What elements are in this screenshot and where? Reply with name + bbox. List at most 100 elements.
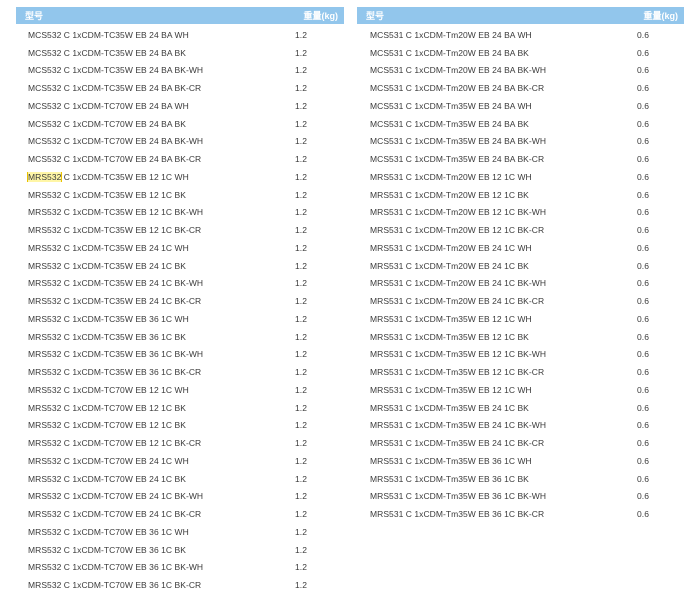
model-cell: MCS531 C 1xCDM-Tm35W EB 24 BA BK-CR xyxy=(370,154,545,165)
column-header-weight: 重量(kg) xyxy=(303,11,339,21)
weight-cell: 1.2 xyxy=(295,544,307,555)
right-product-table: 型号 重量(kg) MCS531 C 1xCDM-Tm20W EB 24 BA … xyxy=(357,7,684,523)
table-row: MCS531 C 1xCDM-Tm35W EB 24 BA BK-WH 0.6 xyxy=(357,133,684,151)
model-cell: MRS531 C 1xCDM-Tm35W EB 36 1C WH xyxy=(370,455,532,466)
model-cell: MRS531 C 1xCDM-Tm35W EB 36 1C BK-CR xyxy=(370,509,545,520)
weight-cell: 1.2 xyxy=(295,438,307,449)
table-row: MRS532 C 1xCDM-TC35W EB 24 1C BK 1.2 xyxy=(16,257,344,275)
table-row: MRS531 C 1xCDM-Tm35W EB 36 1C BK-WH 0.6 xyxy=(357,488,684,506)
table-row: MRS532 C 1xCDM-TC35W EB 12 1C BK-CR 1.2 xyxy=(16,221,344,239)
model-cell: MRS532 C 1xCDM-TC70W EB 12 1C BK xyxy=(28,402,186,413)
model-cell: MRS531 C 1xCDM-Tm20W EB 24 1C BK-WH xyxy=(370,278,547,289)
weight-cell: 0.6 xyxy=(637,225,649,236)
table-row: MRS531 C 1xCDM-Tm20W EB 24 1C BK-CR 0.6 xyxy=(357,292,684,310)
model-cell: MRS531 C 1xCDM-Tm35W EB 12 1C WH xyxy=(370,313,532,324)
weight-cell: 0.6 xyxy=(637,154,649,165)
table-row: MRS532 C 1xCDM-TC70W EB 24 1C WH 1.2 xyxy=(16,452,344,470)
model-cell: MRS532 C 1xCDM-TC35W EB 24 1C WH xyxy=(28,242,189,253)
weight-cell: 1.2 xyxy=(295,402,307,413)
table-row: MRS531 C 1xCDM-Tm20W EB 12 1C WH 0.6 xyxy=(357,168,684,186)
weight-cell: 1.2 xyxy=(295,491,307,502)
weight-cell: 1.2 xyxy=(295,331,307,342)
model-cell: MRS532 C 1xCDM-TC70W EB 12 1C WH xyxy=(28,384,189,395)
weight-cell: 0.6 xyxy=(637,331,649,342)
model-cell: MRS531 C 1xCDM-Tm20W EB 24 1C BK xyxy=(370,260,529,271)
table-row: MRS532 C 1xCDM-TC35W EB 36 1C WH 1.2 xyxy=(16,310,344,328)
table-row: MCS532 C 1xCDM-TC70W EB 24 BA BK 1.2 xyxy=(16,115,344,133)
model-cell: MCS532 C 1xCDM-TC35W EB 24 BA BK-WH xyxy=(28,65,204,76)
weight-cell: 0.6 xyxy=(637,509,649,520)
weight-cell: 0.6 xyxy=(637,260,649,271)
model-cell: MRS532 C 1xCDM-TC35W EB 12 1C BK xyxy=(28,189,186,200)
table-row: MRS531 C 1xCDM-Tm35W EB 36 1C WH 0.6 xyxy=(357,452,684,470)
model-cell: MRS531 C 1xCDM-Tm20W EB 12 1C BK-WH xyxy=(370,207,547,218)
model-cell: MRS531 C 1xCDM-Tm20W EB 24 1C BK-CR xyxy=(370,296,545,307)
table-row: MCS532 C 1xCDM-TC70W EB 24 BA WH 1.2 xyxy=(16,97,344,115)
table-row: MRS532 C 1xCDM-TC70W EB 36 1C BK-WH 1.2 xyxy=(16,559,344,577)
model-cell: MRS532 C 1xCDM-TC35W EB 12 1C BK-CR xyxy=(28,225,202,236)
model-cell: MRS531 C 1xCDM-Tm35W EB 24 1C BK-CR xyxy=(370,438,545,449)
right-table-body: MCS531 C 1xCDM-Tm20W EB 24 BA WH 0.6 MCS53… xyxy=(357,26,684,523)
weight-cell: 0.6 xyxy=(637,65,649,76)
table-row: MRS531 C 1xCDM-Tm35W EB 12 1C WH 0.6 xyxy=(357,310,684,328)
table-row: MRS532 C 1xCDM-TC70W EB 12 1C BK 1.2 xyxy=(16,417,344,435)
weight-cell: 0.6 xyxy=(637,349,649,360)
weight-cell: 1.2 xyxy=(295,83,307,94)
model-text: C 1xCDM-TC35W EB 12 1C WH xyxy=(61,171,189,182)
model-cell: MRS532 C 1xCDM-TC70W EB 12 1C BK xyxy=(28,420,186,431)
weight-cell: 1.2 xyxy=(295,118,307,129)
table-row: MRS532 C 1xCDM-TC35W EB 12 1C WH 1.2 xyxy=(16,168,344,186)
table-row: MRS532 C 1xCDM-TC70W EB 36 1C BK-CR 1.2 xyxy=(16,576,344,594)
table-row: MCS532 C 1xCDM-TC35W EB 24 BA WH 1.2 xyxy=(16,26,344,44)
table-row: MRS531 C 1xCDM-Tm35W EB 24 1C BK 0.6 xyxy=(357,399,684,417)
table-row: MRS532 C 1xCDM-TC70W EB 24 1C BK-WH 1.2 xyxy=(16,488,344,506)
column-header-model: 型号 xyxy=(366,11,385,21)
table-row: MRS531 C 1xCDM-Tm20W EB 12 1C BK-WH 0.6 xyxy=(357,204,684,222)
model-cell: MCS532 C 1xCDM-TC35W EB 24 BA BK-CR xyxy=(28,83,202,94)
model-cell: MRS531 C 1xCDM-Tm35W EB 12 1C BK xyxy=(370,331,529,342)
weight-cell: 1.2 xyxy=(295,29,307,40)
weight-cell: 0.6 xyxy=(637,296,649,307)
weight-cell: 1.2 xyxy=(295,580,307,591)
weight-cell: 0.6 xyxy=(637,402,649,413)
model-cell: MRS532 C 1xCDM-TC35W EB 12 1C BK-WH xyxy=(28,207,204,218)
weight-cell: 0.6 xyxy=(637,136,649,147)
table-row: MCS531 C 1xCDM-Tm35W EB 24 BA WH 0.6 xyxy=(357,97,684,115)
weight-cell: 0.6 xyxy=(637,242,649,253)
weight-cell: 1.2 xyxy=(295,207,307,218)
model-cell: MRS531 C 1xCDM-Tm35W EB 12 1C BK-CR xyxy=(370,367,545,378)
table-row: MRS531 C 1xCDM-Tm20W EB 12 1C BK 0.6 xyxy=(357,186,684,204)
table-row: MRS532 C 1xCDM-TC35W EB 36 1C BK-WH 1.2 xyxy=(16,346,344,364)
highlighted-text: MRS532 xyxy=(26,171,63,182)
weight-cell: 1.2 xyxy=(295,47,307,58)
model-cell: MRS531 C 1xCDM-Tm35W EB 12 1C BK-WH xyxy=(370,349,547,360)
model-cell: MRS531 C 1xCDM-Tm20W EB 12 1C BK xyxy=(370,189,529,200)
weight-cell: 1.2 xyxy=(295,189,307,200)
model-cell: MRS532 C 1xCDM-TC35W EB 24 1C BK xyxy=(28,260,186,271)
column-header-model: 型号 xyxy=(25,11,44,21)
weight-cell: 0.6 xyxy=(637,473,649,484)
table-row: MRS532 C 1xCDM-TC35W EB 12 1C BK 1.2 xyxy=(16,186,344,204)
table-row: MRS532 C 1xCDM-TC70W EB 36 1C WH 1.2 xyxy=(16,523,344,541)
table-row: MCS531 C 1xCDM-Tm20W EB 24 BA BK-CR 0.6 xyxy=(357,79,684,97)
table-row: MRS532 C 1xCDM-TC35W EB 24 1C BK-CR 1.2 xyxy=(16,292,344,310)
model-cell: MRS532 C 1xCDM-TC70W EB 24 1C BK-WH xyxy=(28,491,204,502)
table-row: MCS531 C 1xCDM-Tm35W EB 24 BA BK-CR 0.6 xyxy=(357,150,684,168)
weight-cell: 1.2 xyxy=(295,313,307,324)
weight-cell: 1.2 xyxy=(295,171,307,182)
table-row: MRS531 C 1xCDM-Tm20W EB 24 1C BK 0.6 xyxy=(357,257,684,275)
table-row: MCS531 C 1xCDM-Tm20W EB 24 BA BK-WH 0.6 xyxy=(357,62,684,80)
weight-cell: 1.2 xyxy=(295,154,307,165)
model-cell: MRS532 C 1xCDM-TC70W EB 36 1C BK-WH xyxy=(28,562,204,573)
model-cell: MRS531 C 1xCDM-Tm20W EB 12 1C BK-CR xyxy=(370,225,545,236)
weight-cell: 1.2 xyxy=(295,260,307,271)
weight-cell: 1.2 xyxy=(295,136,307,147)
weight-cell: 1.2 xyxy=(295,242,307,253)
model-cell: MRS532 C 1xCDM-TC35W EB 36 1C BK-CR xyxy=(28,367,202,378)
model-cell: MCS531 C 1xCDM-Tm20W EB 24 BA BK xyxy=(370,47,529,58)
table-row: MRS532 C 1xCDM-TC70W EB 12 1C BK 1.2 xyxy=(16,399,344,417)
model-cell: MCS531 C 1xCDM-Tm20W EB 24 BA BK-WH xyxy=(370,65,547,76)
weight-cell: 1.2 xyxy=(295,225,307,236)
weight-cell: 1.2 xyxy=(295,296,307,307)
weight-cell: 0.6 xyxy=(637,384,649,395)
